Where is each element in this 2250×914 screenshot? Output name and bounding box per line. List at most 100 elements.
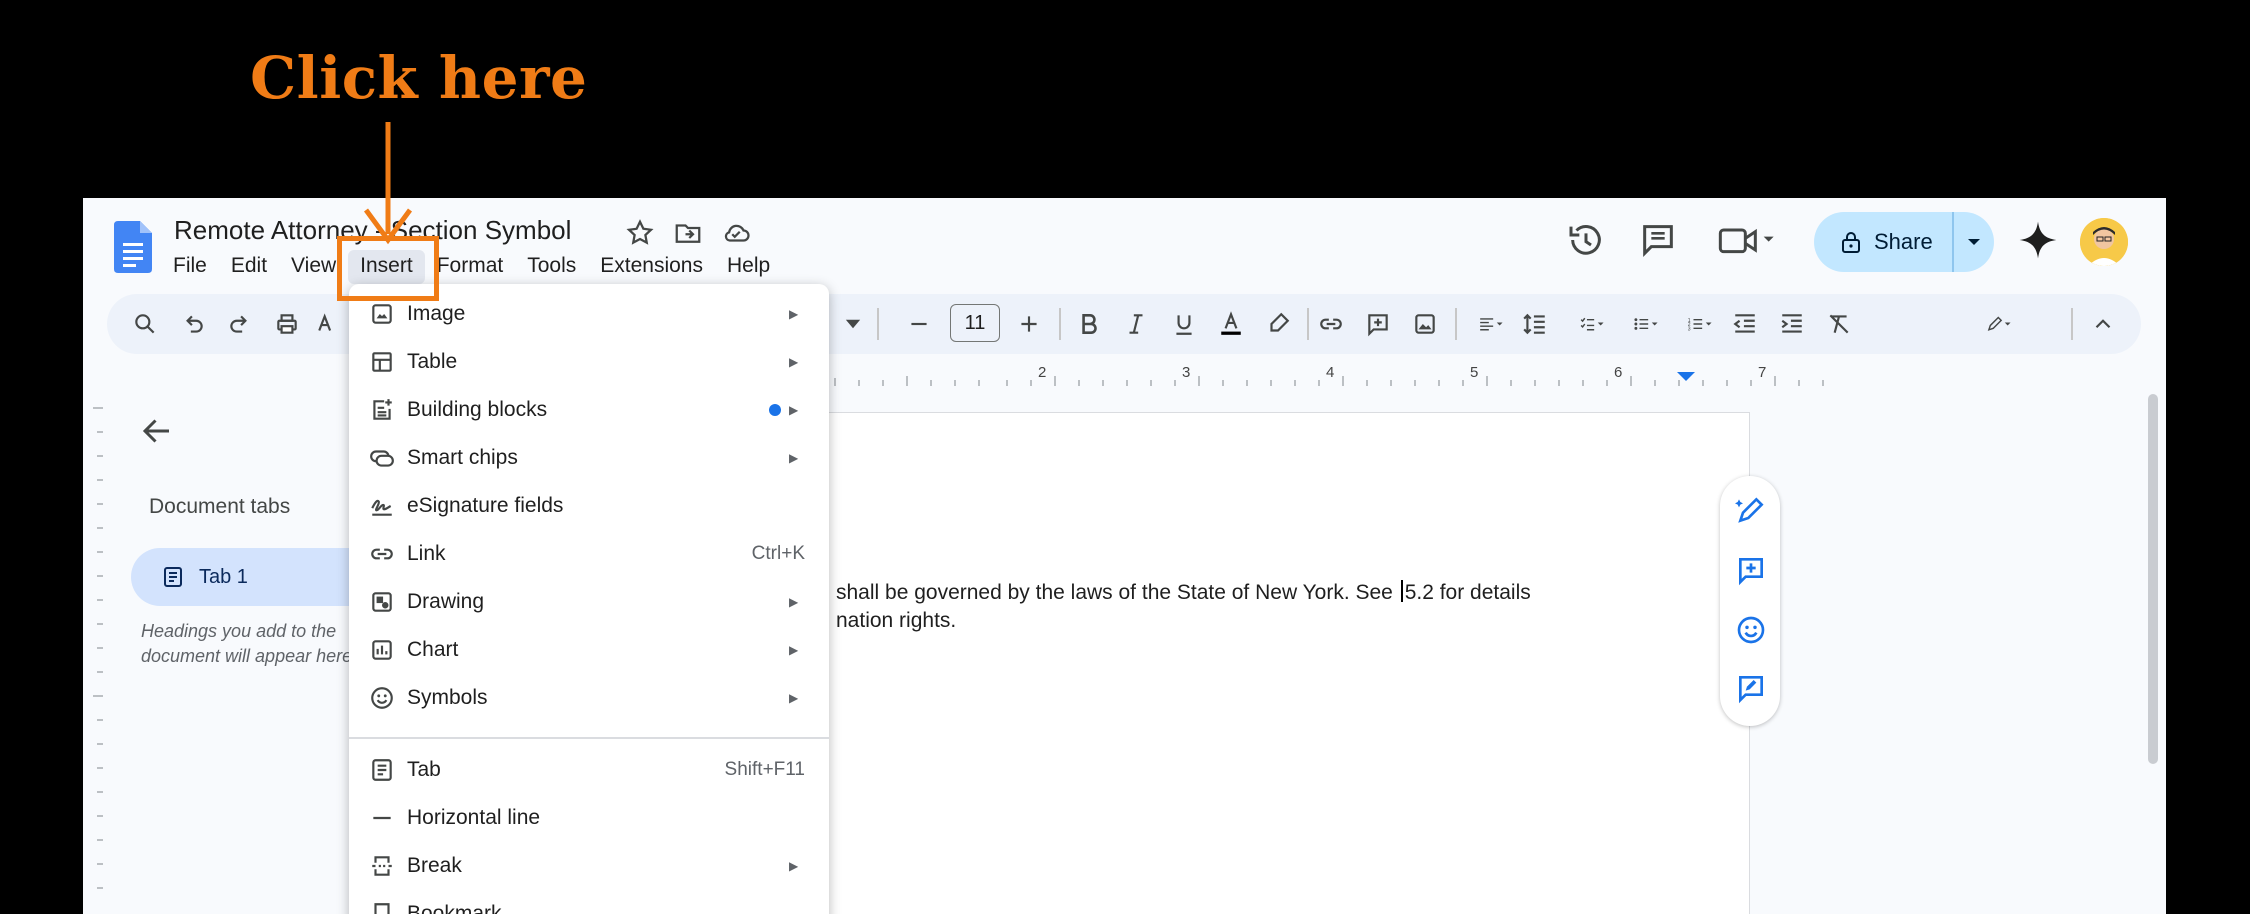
move-folder-icon[interactable] bbox=[673, 218, 703, 248]
document-body-line-1[interactable]: shall be governed by the laws of the Sta… bbox=[836, 580, 1531, 605]
menu-item-label: Building blocks bbox=[407, 398, 548, 421]
symbols-icon bbox=[371, 687, 393, 709]
callout-highlight-box bbox=[337, 236, 439, 301]
bulleted-list-icon[interactable] bbox=[1621, 308, 1671, 340]
underline-icon[interactable] bbox=[1168, 308, 1200, 340]
add-comment-icon[interactable] bbox=[1735, 554, 1767, 586]
menu-item-symbols[interactable]: Symbols ▶ bbox=[349, 676, 829, 720]
align-icon[interactable] bbox=[1467, 308, 1515, 340]
version-history-icon[interactable] bbox=[1566, 220, 1606, 260]
callout-label: Click here bbox=[250, 44, 588, 112]
horizontal-ruler: 2 3 4 5 6 7 bbox=[823, 364, 1831, 386]
share-main[interactable]: Share bbox=[1814, 212, 1954, 272]
bookmark-icon bbox=[374, 903, 390, 914]
toolbar-divider bbox=[1059, 308, 1061, 340]
esignature-icon bbox=[371, 499, 392, 516]
font-dropdown-chevron-icon[interactable] bbox=[843, 308, 863, 340]
menu-file[interactable]: File bbox=[161, 250, 219, 284]
link-icon bbox=[371, 548, 393, 560]
menu-item-label: Image bbox=[407, 302, 466, 325]
floating-actions-bar bbox=[1720, 476, 1780, 726]
insert-image-icon[interactable] bbox=[1409, 308, 1441, 340]
menu-item-label: Horizontal line bbox=[407, 806, 541, 829]
menu-item-drawing[interactable]: Drawing ▶ bbox=[349, 580, 829, 624]
body-text: shall be governed by the laws of the Sta… bbox=[836, 581, 1399, 604]
smart-chips-icon bbox=[370, 450, 394, 467]
increase-indent-icon[interactable] bbox=[1776, 308, 1808, 340]
font-size-input[interactable]: 11 bbox=[950, 304, 1000, 342]
document-body-line-2[interactable]: nation rights. bbox=[836, 609, 956, 633]
comments-icon[interactable] bbox=[1638, 220, 1678, 260]
menu-item-smart-chips[interactable]: Smart chips ▶ bbox=[349, 436, 829, 480]
increase-font-size-icon[interactable] bbox=[1013, 308, 1045, 340]
menu-item-tab[interactable]: Tab Shift+F11 bbox=[349, 748, 829, 792]
menu-item-label: Chart bbox=[407, 638, 459, 661]
menu-item-break[interactable]: Break ▶ bbox=[349, 844, 829, 888]
line-spacing-icon[interactable] bbox=[1519, 308, 1551, 340]
submenu-arrow-icon: ▶ bbox=[789, 307, 799, 321]
emoji-reaction-icon[interactable] bbox=[1735, 614, 1767, 646]
submenu-arrow-icon: ▶ bbox=[789, 451, 799, 465]
print-icon[interactable] bbox=[271, 308, 303, 340]
menu-extensions[interactable]: Extensions bbox=[588, 250, 715, 284]
menu-item-label: Symbols bbox=[407, 686, 488, 709]
ruler-number: 3 bbox=[1182, 364, 1191, 381]
decrease-font-size-icon[interactable] bbox=[903, 308, 935, 340]
horizontal-line-icon bbox=[373, 816, 391, 820]
vertical-ruler bbox=[93, 407, 103, 889]
highlight-color-icon[interactable] bbox=[1262, 308, 1294, 340]
toolbar-divider bbox=[1455, 308, 1457, 340]
spellcheck-icon[interactable] bbox=[315, 308, 343, 340]
menu-item-chart[interactable]: Chart ▶ bbox=[349, 628, 829, 672]
menu-item-horizontal-line[interactable]: Horizontal line bbox=[349, 796, 829, 840]
suggest-edits-icon[interactable] bbox=[1735, 672, 1767, 704]
bold-icon[interactable] bbox=[1073, 308, 1105, 340]
star-icon[interactable] bbox=[625, 218, 655, 248]
add-comment-icon[interactable] bbox=[1362, 308, 1394, 340]
docs-logo-icon[interactable] bbox=[114, 221, 152, 273]
text-color-icon[interactable] bbox=[1215, 308, 1247, 340]
hide-menus-icon[interactable] bbox=[2087, 308, 2119, 340]
menu-item-bookmark[interactable]: Bookmark bbox=[349, 892, 829, 914]
menu-tools[interactable]: Tools bbox=[515, 250, 588, 284]
clear-formatting-icon[interactable] bbox=[1823, 308, 1855, 340]
screenshot-frame: Click here Remote Attorney - Section Sym… bbox=[0, 0, 2250, 914]
ruler-number: 6 bbox=[1614, 364, 1623, 381]
insert-menu-dropdown: Image ▶ Table ▶ Building blocks ▶ Smart … bbox=[349, 284, 829, 914]
italic-icon[interactable] bbox=[1120, 308, 1152, 340]
decrease-indent-icon[interactable] bbox=[1729, 308, 1761, 340]
menu-divider bbox=[349, 737, 829, 739]
toolbar-divider bbox=[877, 308, 879, 340]
menu-edit[interactable]: Edit bbox=[219, 250, 279, 284]
share-dropdown[interactable] bbox=[1954, 237, 1994, 247]
editing-mode-icon[interactable] bbox=[1975, 308, 2023, 340]
checklist-icon[interactable] bbox=[1567, 308, 1617, 340]
help-me-write-icon[interactable] bbox=[1735, 494, 1767, 526]
menu-item-table[interactable]: Table ▶ bbox=[349, 340, 829, 384]
vertical-scrollbar[interactable] bbox=[2148, 394, 2158, 764]
tab-icon bbox=[372, 759, 392, 781]
menu-item-label: Break bbox=[407, 854, 462, 877]
gemini-icon[interactable] bbox=[2018, 220, 2058, 260]
insert-link-icon[interactable] bbox=[1315, 308, 1347, 340]
submenu-arrow-icon: ▶ bbox=[789, 691, 799, 705]
menu-item-building-blocks[interactable]: Building blocks ▶ bbox=[349, 388, 829, 432]
menu-item-label: Bookmark bbox=[407, 902, 502, 914]
document-page[interactable] bbox=[763, 412, 1750, 914]
image-icon bbox=[372, 304, 392, 324]
undo-icon[interactable] bbox=[177, 308, 209, 340]
share-button[interactable]: Share bbox=[1814, 212, 1994, 272]
chart-icon bbox=[372, 640, 392, 660]
meet-icon[interactable] bbox=[1717, 220, 1777, 260]
keyboard-shortcut: Shift+F11 bbox=[724, 759, 805, 780]
back-arrow-icon[interactable] bbox=[139, 413, 175, 449]
body-text: 5.2 for details bbox=[1404, 581, 1531, 604]
redo-icon[interactable] bbox=[224, 308, 256, 340]
numbered-list-icon[interactable]: 123 bbox=[1675, 308, 1725, 340]
menu-item-link[interactable]: Link Ctrl+K bbox=[349, 532, 829, 576]
avatar[interactable] bbox=[2080, 218, 2128, 266]
cloud-saved-icon[interactable] bbox=[721, 218, 751, 248]
search-menus-icon[interactable] bbox=[129, 308, 161, 340]
menu-item-esignature-fields[interactable]: eSignature fields bbox=[349, 484, 829, 528]
menu-help[interactable]: Help bbox=[715, 250, 782, 284]
